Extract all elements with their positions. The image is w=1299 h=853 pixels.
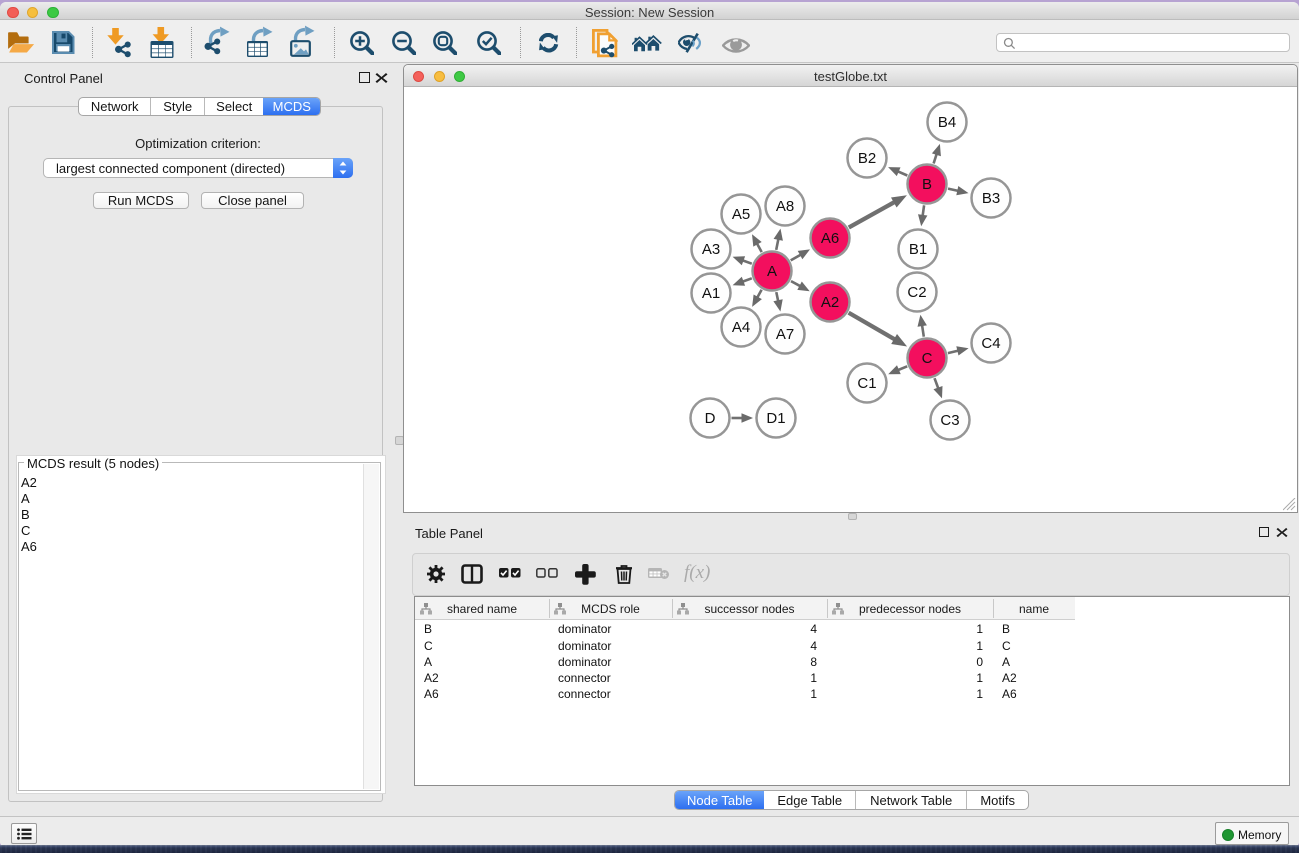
svg-text:D1: D1 xyxy=(766,410,785,427)
svg-text:A5: A5 xyxy=(732,206,750,223)
svg-text:A: A xyxy=(767,263,777,280)
svg-text:C3: C3 xyxy=(940,412,959,429)
svg-text:A3: A3 xyxy=(702,241,720,258)
svg-text:C4: C4 xyxy=(981,335,1000,352)
svg-text:A4: A4 xyxy=(732,319,750,336)
svg-text:B1: B1 xyxy=(909,241,927,258)
svg-text:D: D xyxy=(705,410,716,427)
svg-text:B3: B3 xyxy=(982,190,1000,207)
svg-text:C2: C2 xyxy=(907,284,926,301)
svg-text:A2: A2 xyxy=(821,294,839,311)
svg-text:C: C xyxy=(922,350,933,367)
svg-text:A1: A1 xyxy=(702,285,720,302)
svg-text:C1: C1 xyxy=(857,375,876,392)
svg-text:B4: B4 xyxy=(938,114,956,131)
svg-text:A7: A7 xyxy=(776,326,794,343)
svg-text:B2: B2 xyxy=(858,150,876,167)
svg-text:A8: A8 xyxy=(776,198,794,215)
svg-text:B: B xyxy=(922,176,932,193)
svg-text:A6: A6 xyxy=(821,230,839,247)
